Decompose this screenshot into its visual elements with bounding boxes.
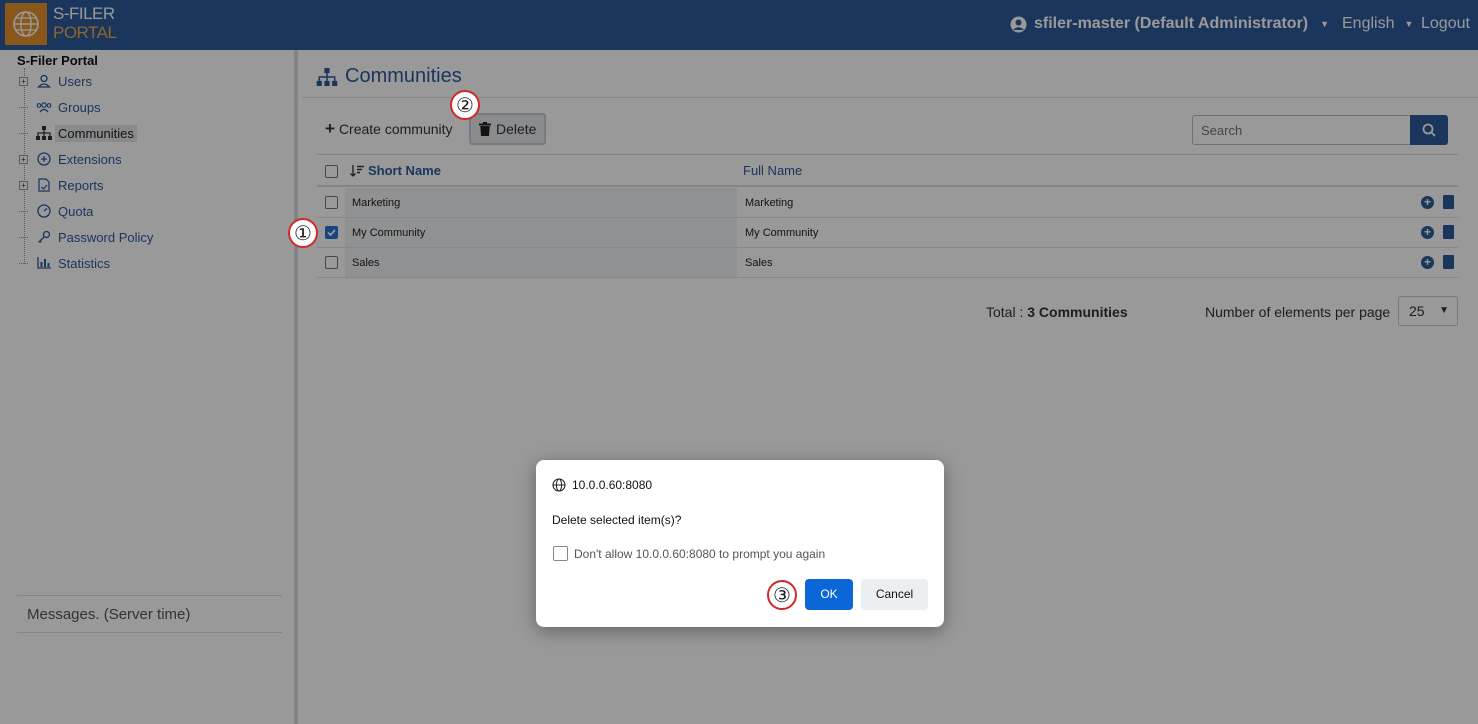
confirm-dialog: 10.0.0.60:8080 Delete selected item(s)? … (536, 460, 944, 627)
cancel-button[interactable]: Cancel (861, 579, 928, 610)
dialog-origin: 10.0.0.60:8080 (552, 478, 652, 492)
step-marker-1: ① (288, 218, 318, 248)
step-marker-2: ② (450, 90, 480, 120)
suppress-prompts-label: Don't allow 10.0.0.60:8080 to prompt you… (574, 547, 826, 561)
globe-icon (552, 478, 566, 492)
suppress-prompts-checkbox[interactable] (553, 546, 568, 561)
dialog-message: Delete selected item(s)? (552, 513, 682, 527)
step-marker-3: ③ (767, 580, 797, 610)
ok-button[interactable]: OK (805, 579, 853, 610)
dialog-origin-text: 10.0.0.60:8080 (572, 478, 653, 492)
